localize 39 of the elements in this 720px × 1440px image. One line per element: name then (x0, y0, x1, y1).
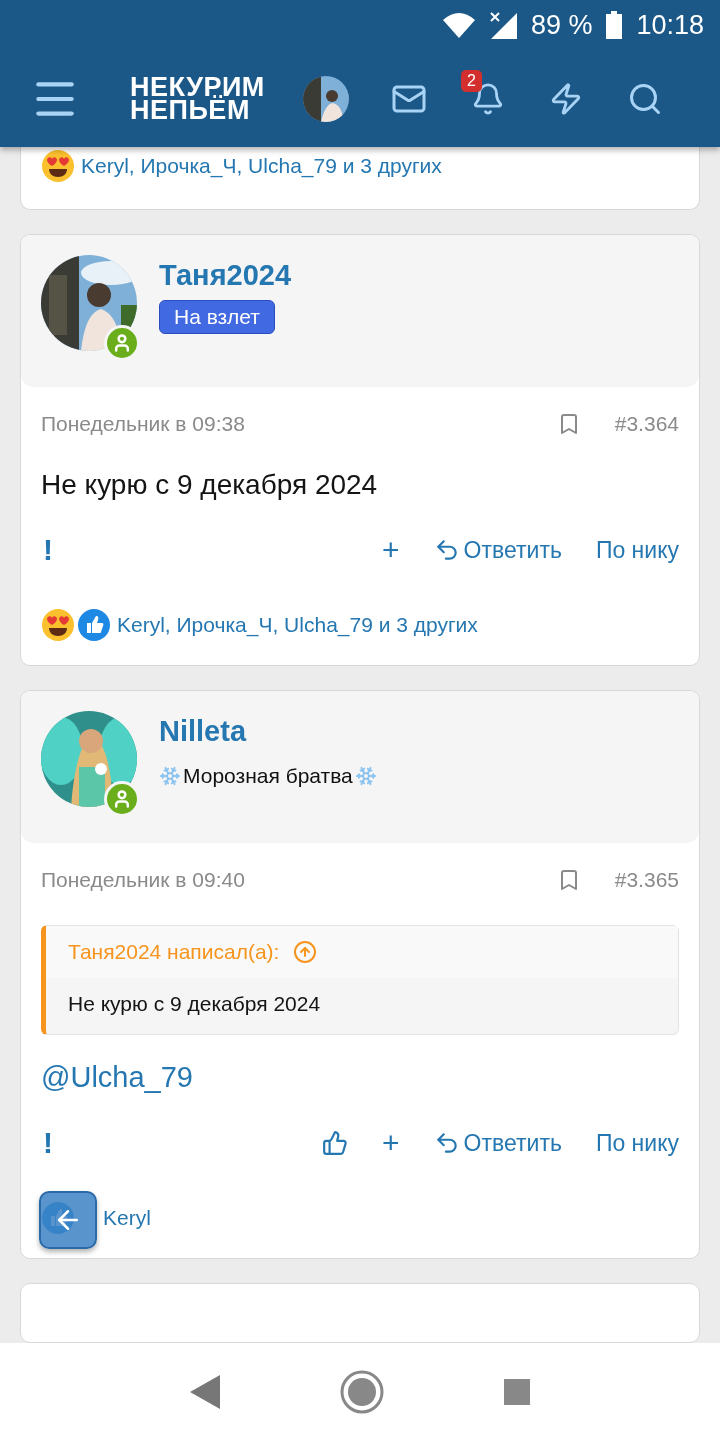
like-button[interactable] (322, 1130, 349, 1156)
home-nav-icon[interactable] (340, 1369, 384, 1414)
reaction-users-link[interactable]: Keryl, Ирочка_Ч, Ulcha_79 и 3 других (117, 613, 478, 637)
nick-button[interactable]: По нику (595, 1129, 679, 1157)
quote-text: Не курю с 9 декабря 2024 (67, 991, 322, 1017)
battery-percent: 89 % (530, 9, 593, 41)
reaction-users-link[interactable]: Keryl (103, 1206, 151, 1230)
plus-button[interactable]: + (382, 533, 400, 567)
reaction-users-link[interactable]: Keryl, Ирочка_Ч, Ulcha_79 и 3 других (81, 154, 442, 178)
battery-icon (606, 11, 623, 39)
nick-button[interactable]: По нику (595, 536, 679, 564)
post-date[interactable]: Понедельник в 09:38 (41, 412, 557, 436)
recents-nav-icon[interactable] (504, 1378, 530, 1405)
username-link[interactable]: Таня2024 (159, 259, 292, 292)
back-button[interactable] (39, 1191, 97, 1249)
back-nav-icon[interactable] (190, 1374, 220, 1409)
wifi-icon (442, 12, 475, 38)
post-text: Не курю с 9 декабря 2024 (41, 469, 379, 501)
clock-time: 10:18 (636, 9, 704, 41)
post-date[interactable]: Понедельник в 09:40 (41, 868, 557, 892)
heart-eyes-emoji-icon (41, 149, 75, 183)
reply-button[interactable]: Ответить (433, 1129, 562, 1157)
report-icon[interactable]: ! (41, 533, 53, 567)
post-number[interactable]: #3.364 (614, 412, 679, 436)
thumbs-up-emoji-icon (77, 608, 111, 642)
heart-eyes-emoji-icon (41, 608, 75, 642)
reply-button[interactable]: Ответить (433, 536, 562, 564)
snowflake-icon (354, 765, 377, 787)
user-title-badge: На взлет (159, 300, 275, 334)
snowflake-icon (159, 765, 181, 787)
report-icon[interactable]: ! (41, 1126, 53, 1160)
notification-badge: 2 (460, 69, 482, 92)
user-title: Морозная братва (183, 764, 353, 788)
username-link[interactable]: Nilleta (159, 715, 377, 748)
plus-button[interactable]: + (382, 1126, 400, 1160)
post-number[interactable]: #3.365 (614, 868, 679, 892)
signal-icon (488, 11, 517, 39)
mention-link[interactable]: @Ulcha_79 (41, 1061, 679, 1094)
site-logo[interactable]: НЕКУРИМ НЕПЬЁМ (130, 75, 265, 122)
